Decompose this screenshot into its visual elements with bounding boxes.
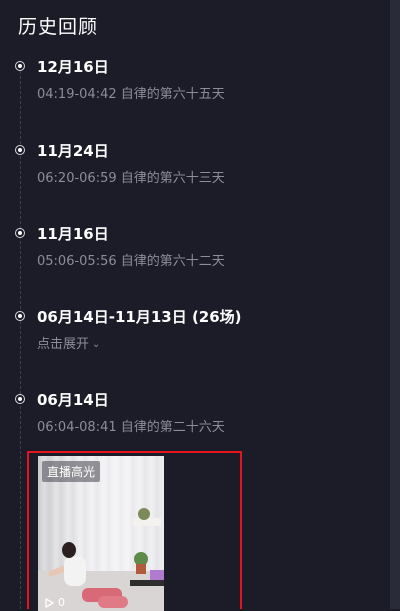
entry-subtitle: 04:19-04:42 自律的第六十五天 [37, 87, 225, 102]
thumbnail-person-head [62, 542, 76, 558]
timeline-dot-icon [15, 311, 25, 321]
page-title: 历史回顾 [18, 16, 99, 38]
thumbnail-plant [138, 508, 150, 520]
timeline-entry[interactable]: 11月24日 06:20-06:59 自律的第六十三天 [0, 140, 390, 190]
expand-button[interactable]: 点击展开 ⌄ [37, 333, 100, 352]
timeline-entry[interactable]: 12月16日 04:19-04:42 自律的第六十五天 [0, 56, 390, 106]
entry-date: 06月14日 [37, 391, 109, 409]
timeline-dot-icon [15, 145, 25, 155]
entry-subtitle: 06:04-08:41 自律的第二十六天 [37, 420, 225, 435]
timeline-entry[interactable]: 11月16日 05:06-05:56 自律的第六十二天 [0, 223, 390, 273]
timeline-dot-icon [15, 61, 25, 71]
timeline-dot-icon [15, 394, 25, 404]
expand-label: 点击展开 [37, 337, 90, 352]
entry-date: 11月24日 [37, 142, 109, 160]
thumbnail-person-leg [98, 596, 128, 608]
play-icon [45, 597, 54, 608]
video-thumbnail[interactable]: 直播高光 0 [38, 456, 164, 611]
timeline-entry[interactable]: 06月14日 06:04-08:41 自律的第二十六天 [0, 389, 390, 439]
thumbnail-person-body [64, 556, 86, 586]
chevron-down-icon: ⌄ [92, 339, 101, 350]
entry-date: 12月16日 [37, 58, 109, 76]
thumbnail-pot [136, 564, 146, 574]
scroll-edge [390, 0, 400, 609]
timeline-entry-group: 06月14日-11月13日 (26场) 点击展开 ⌄ [0, 306, 390, 356]
live-highlight-badge: 直播高光 [42, 461, 101, 482]
entry-subtitle: 06:20-06:59 自律的第六十三天 [37, 171, 225, 186]
thumbnail-object [130, 580, 164, 586]
entry-date: 11月16日 [37, 225, 109, 243]
entry-date-range: 06月14日-11月13日 (26场) [37, 308, 242, 326]
play-count-value: 0 [58, 596, 65, 609]
timeline-dot-icon [15, 228, 25, 238]
play-count: 0 [43, 596, 65, 609]
highlight-box: 直播高光 0 [27, 451, 242, 611]
entry-subtitle: 05:06-05:56 自律的第六十二天 [37, 254, 225, 269]
